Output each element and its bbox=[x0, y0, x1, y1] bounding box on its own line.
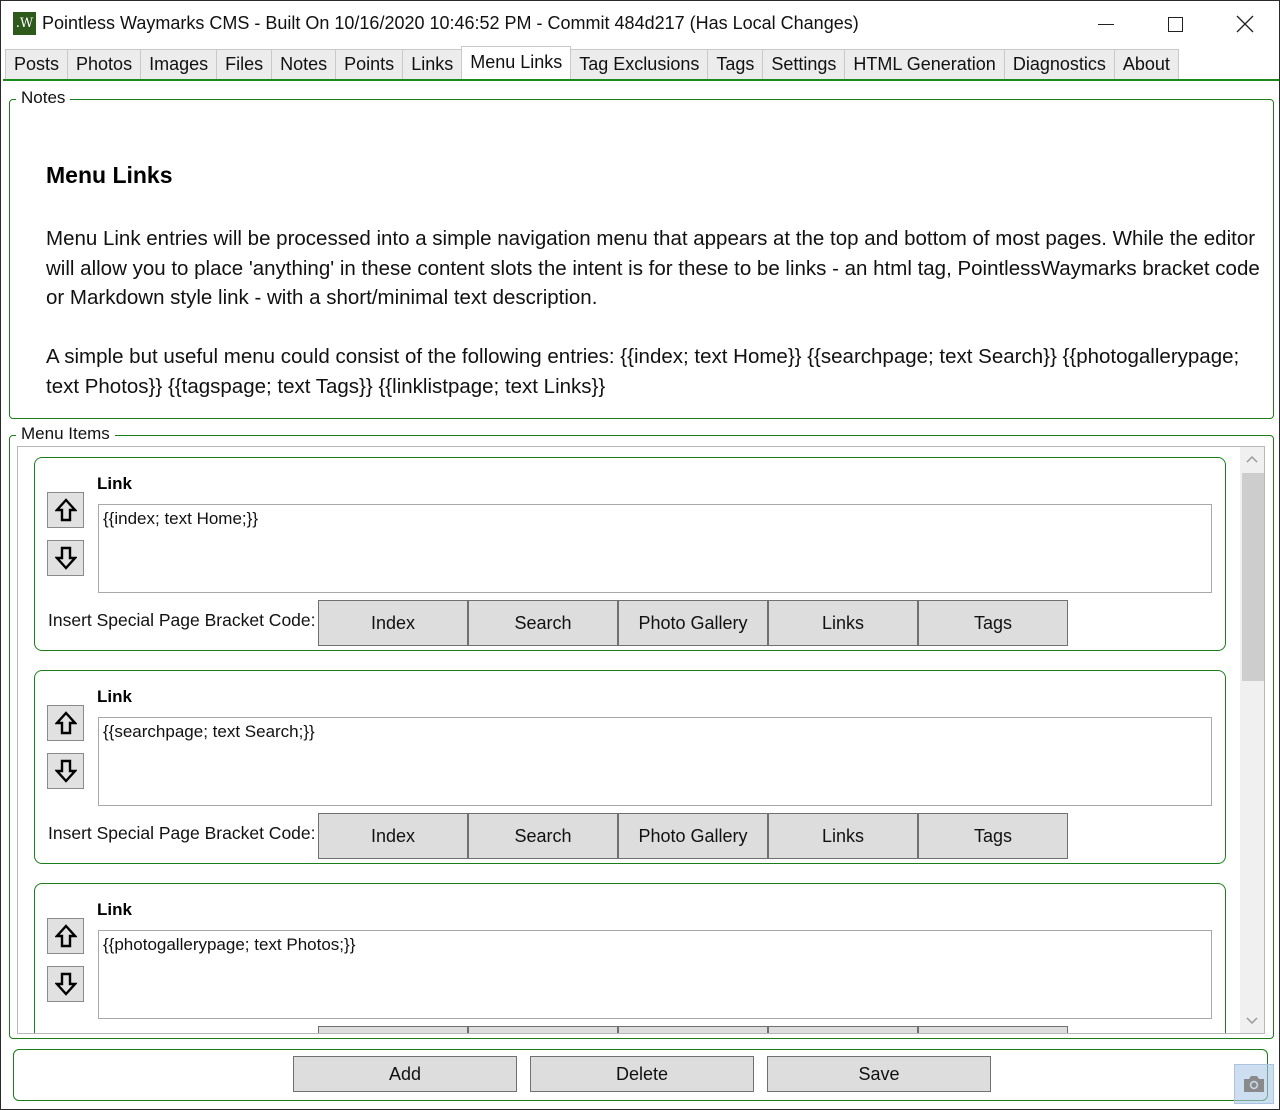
move-up-button[interactable] bbox=[47, 492, 84, 528]
tab-html-generation[interactable]: HTML Generation bbox=[844, 49, 1005, 79]
notes-paragraph: A simple but useful menu could consist o… bbox=[46, 345, 1240, 398]
insert-code-label: Insert Special Page Bracket Code: bbox=[48, 610, 316, 630]
tab-menu-links[interactable]: Menu Links bbox=[461, 46, 572, 79]
move-up-button[interactable] bbox=[47, 918, 84, 954]
tab-diagnostics[interactable]: Diagnostics bbox=[1003, 49, 1115, 79]
insert-index-button[interactable]: Index bbox=[318, 1026, 468, 1033]
scroll-up-button[interactable] bbox=[1240, 447, 1264, 471]
menu-items-legend: Menu Items bbox=[16, 424, 115, 444]
notes-heading: Menu Links bbox=[46, 162, 173, 188]
menu-item: Link {{index; text Home;}} Insert Specia… bbox=[34, 457, 1226, 651]
chevron-up-icon bbox=[1246, 455, 1258, 463]
main-tabs: Posts Photos Images Files Notes Points L… bbox=[5, 46, 1179, 79]
move-down-button[interactable] bbox=[47, 540, 84, 576]
delete-button[interactable]: Delete bbox=[530, 1056, 754, 1092]
arrow-down-icon bbox=[54, 972, 77, 996]
window-title: Pointless Waymarks CMS - Built On 10/16/… bbox=[42, 13, 859, 33]
link-label: Link bbox=[97, 474, 132, 493]
insert-photo-gallery-button[interactable]: Photo Gallery bbox=[618, 1026, 768, 1033]
tab-tag-exclusions[interactable]: Tag Exclusions bbox=[570, 49, 709, 79]
link-input[interactable]: {{index; text Home;}} bbox=[98, 504, 1212, 593]
menu-item: Link {{searchpage; text Search;}} Insert… bbox=[34, 670, 1226, 864]
tab-posts[interactable]: Posts bbox=[5, 49, 69, 79]
tab-points[interactable]: Points bbox=[335, 49, 404, 79]
link-label: Link bbox=[97, 687, 132, 706]
arrow-down-icon bbox=[54, 759, 77, 783]
notes-paragraph: Menu Link entries will be processed into… bbox=[46, 227, 1260, 309]
screenshot-button[interactable] bbox=[1234, 1064, 1274, 1104]
vertical-scrollbar[interactable] bbox=[1240, 447, 1264, 1033]
move-down-button[interactable] bbox=[47, 966, 84, 1002]
close-button[interactable] bbox=[1210, 1, 1280, 47]
minimize-icon bbox=[1098, 23, 1114, 25]
save-button[interactable]: Save bbox=[767, 1056, 991, 1092]
tab-images[interactable]: Images bbox=[140, 49, 218, 79]
menu-items-group: Menu Items Link {{index; text Home;}} In… bbox=[9, 424, 1274, 1039]
tab-files[interactable]: Files bbox=[216, 49, 273, 79]
insert-links-button[interactable]: Links bbox=[768, 600, 918, 646]
code-button-group: Index Search Photo Gallery Links Tags bbox=[318, 1026, 1068, 1033]
tab-links[interactable]: Links bbox=[402, 49, 463, 79]
insert-tags-button[interactable]: Tags bbox=[918, 813, 1068, 859]
menu-item: Link {{photogallerypage; text Photos;}} … bbox=[34, 883, 1226, 1033]
minimize-button[interactable] bbox=[1071, 1, 1141, 47]
camera-icon bbox=[1244, 1076, 1264, 1092]
arrow-up-icon bbox=[54, 498, 77, 522]
link-input[interactable]: {{searchpage; text Search;}} bbox=[98, 717, 1212, 806]
insert-search-button[interactable]: Search bbox=[468, 1026, 618, 1033]
menu-items-list: Link {{index; text Home;}} Insert Specia… bbox=[17, 446, 1265, 1034]
chevron-down-icon bbox=[1246, 1017, 1258, 1025]
move-up-button[interactable] bbox=[47, 705, 84, 741]
maximize-icon bbox=[1167, 16, 1183, 32]
app-logo-icon: .W bbox=[13, 12, 36, 35]
move-down-button[interactable] bbox=[47, 753, 84, 789]
insert-tags-button[interactable]: Tags bbox=[918, 1026, 1068, 1033]
insert-tags-button[interactable]: Tags bbox=[918, 600, 1068, 646]
insert-photo-gallery-button[interactable]: Photo Gallery bbox=[618, 813, 768, 859]
insert-index-button[interactable]: Index bbox=[318, 813, 468, 859]
tab-notes[interactable]: Notes bbox=[271, 49, 337, 79]
arrow-down-icon bbox=[54, 546, 77, 570]
tab-photos[interactable]: Photos bbox=[67, 49, 142, 79]
tab-settings[interactable]: Settings bbox=[762, 49, 846, 79]
code-button-group: Index Search Photo Gallery Links Tags bbox=[318, 813, 1068, 859]
insert-links-button[interactable]: Links bbox=[768, 1026, 918, 1033]
insert-index-button[interactable]: Index bbox=[318, 600, 468, 646]
arrow-up-icon bbox=[54, 711, 77, 735]
app-window: .W Pointless Waymarks CMS - Built On 10/… bbox=[0, 0, 1280, 1110]
insert-code-label: Insert Special Page Bracket Code: bbox=[48, 823, 316, 843]
maximize-button[interactable] bbox=[1140, 1, 1210, 47]
insert-photo-gallery-button[interactable]: Photo Gallery bbox=[618, 600, 768, 646]
arrow-up-icon bbox=[54, 924, 77, 948]
link-input[interactable]: {{photogallerypage; text Photos;}} bbox=[98, 930, 1212, 1019]
insert-search-button[interactable]: Search bbox=[468, 600, 618, 646]
tab-tags[interactable]: Tags bbox=[707, 49, 764, 79]
action-buttons: Add Delete Save bbox=[293, 1056, 991, 1092]
action-bar: Add Delete Save bbox=[13, 1049, 1268, 1101]
close-icon bbox=[1236, 15, 1254, 33]
insert-search-button[interactable]: Search bbox=[468, 813, 618, 859]
notes-legend: Notes bbox=[16, 88, 71, 108]
insert-links-button[interactable]: Links bbox=[768, 813, 918, 859]
title-bar: .W Pointless Waymarks CMS - Built On 10/… bbox=[1, 1, 1279, 47]
tab-about[interactable]: About bbox=[1113, 49, 1179, 79]
scrollbar-thumb[interactable] bbox=[1242, 473, 1264, 681]
link-label: Link bbox=[97, 900, 132, 919]
code-button-group: Index Search Photo Gallery Links Tags bbox=[318, 600, 1068, 646]
notes-group: Notes Menu Links Menu Link entries will … bbox=[9, 88, 1274, 419]
add-button[interactable]: Add bbox=[293, 1056, 517, 1092]
menu-links-panel: Notes Menu Links Menu Link entries will … bbox=[3, 79, 1279, 1109]
scroll-down-button[interactable] bbox=[1240, 1009, 1264, 1033]
